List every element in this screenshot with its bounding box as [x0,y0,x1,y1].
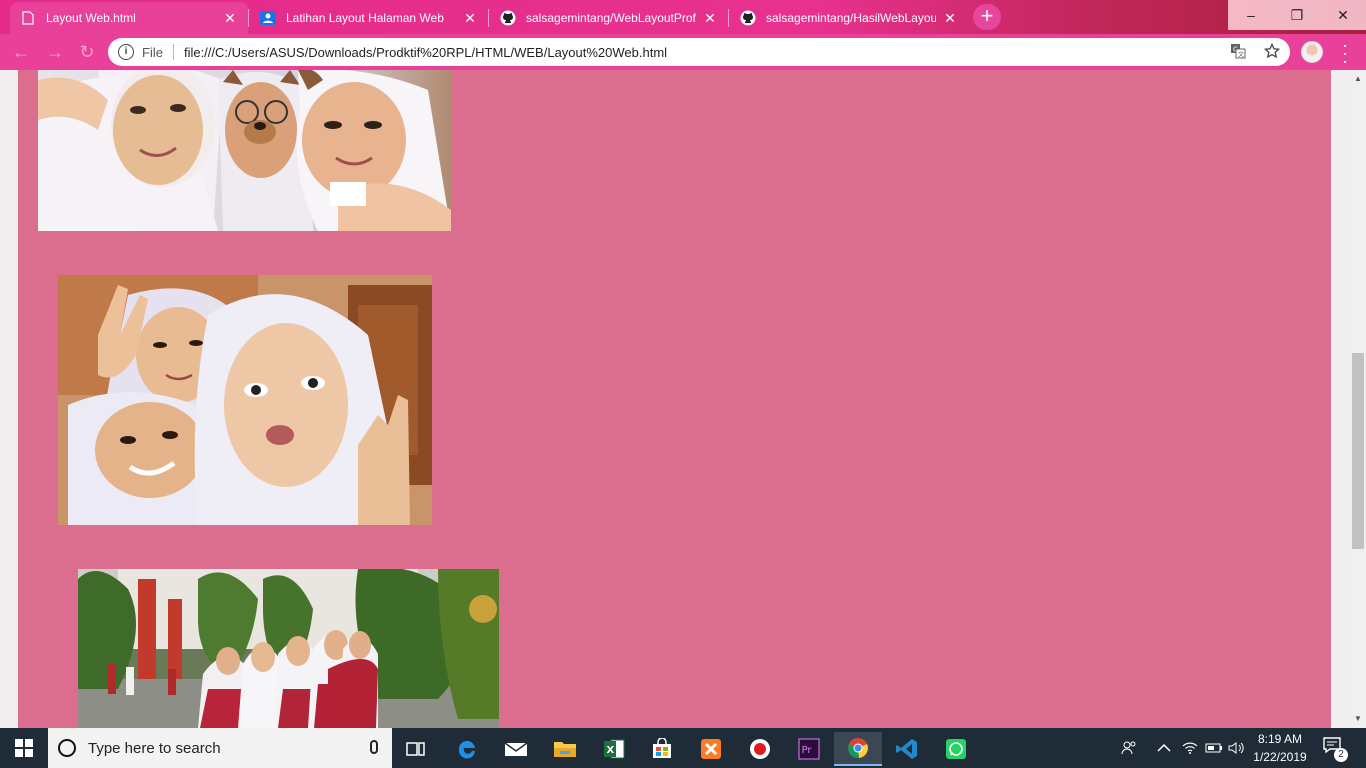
vscode-icon[interactable] [883,732,931,766]
microphone-icon[interactable] [370,740,378,754]
github-icon [500,10,516,26]
tab-title: salsagemintang/HasilWebLayout [766,11,936,25]
chrome-icon[interactable] [834,732,882,766]
github-icon [740,10,756,26]
tab-divider [728,9,729,27]
windows-logo-icon [15,739,33,757]
cortana-icon [58,739,76,757]
profile-avatar[interactable] [1301,41,1323,63]
svg-text:文: 文 [1238,51,1244,59]
svg-text:X: X [607,745,615,756]
search-placeholder: Type here to search [88,739,221,757]
scroll-up-icon[interactable]: ▲ [1350,72,1366,86]
bookmark-star-icon[interactable] [1263,42,1281,62]
info-icon[interactable]: i [118,44,134,60]
classroom-icon [260,10,276,26]
translate-icon[interactable]: G文 [1230,43,1246,62]
scheme-label: File [142,44,163,60]
taskbar-search-input[interactable]: Type here to search [48,728,392,768]
close-tab-icon[interactable]: ✕ [702,10,718,27]
photo-group-selfie-peace-sign [58,275,432,525]
tab-title: Latihan Layout Halaman Web [286,11,444,25]
forward-arrow-icon[interactable]: → [44,42,66,64]
premiere-icon[interactable]: Pr [785,732,833,766]
file-explorer-icon[interactable] [541,732,589,766]
tab-layout-web[interactable]: Layout Web.html ✕ [10,2,248,34]
xampp-icon[interactable] [687,732,735,766]
recorder-icon[interactable] [736,732,784,766]
clock-date: 1/22/2019 [1253,750,1307,764]
tab-divider [488,9,489,27]
tab-title: Layout Web.html [46,11,136,25]
reload-icon[interactable]: ↻ [76,42,98,64]
close-tab-icon[interactable]: ✕ [222,10,238,27]
task-view-icon[interactable] [392,732,440,766]
excel-icon[interactable]: X [590,732,638,766]
clock-time: 8:19 AM [1257,732,1303,746]
restore-button[interactable]: ❐ [1274,0,1320,30]
page-body [18,70,1331,728]
menu-icon[interactable]: · · · [1338,36,1352,70]
minimize-button[interactable]: – [1228,0,1274,30]
battery-icon[interactable] [1205,728,1223,768]
close-tab-icon[interactable]: ✕ [942,10,958,27]
notification-badge: 2 [1334,748,1348,762]
new-tab-button[interactable]: + [973,4,1001,30]
whatsapp-icon[interactable] [932,732,980,766]
tab-strip: Layout Web.html ✕ Latihan Layout Halaman… [0,0,1366,34]
photo-three-friends-selfie [38,70,451,231]
address-bar[interactable]: i File file:///C:/Users/ASUS/Downloads/P… [108,38,1290,66]
page-viewport [0,70,1350,728]
system-clock[interactable]: 8:19 AM 1/22/2019 [1248,730,1312,766]
windows-taskbar: Type here to search X Pr 8:19 AM 1/22/20… [0,728,1366,768]
svg-text:Pr: Pr [802,745,813,756]
tab-weblayoutprofil[interactable]: salsagemintang/WebLayoutProfi ✕ [490,2,728,34]
file-icon [20,10,36,26]
tab-title: salsagemintang/WebLayoutProfi [526,11,696,25]
tab-hasilweblayout[interactable]: salsagemintang/HasilWebLayout ✕ [730,2,968,34]
close-window-button[interactable]: ✕ [1320,0,1366,30]
people-icon[interactable] [1120,728,1138,768]
store-icon[interactable] [638,732,686,766]
tab-divider [248,9,249,27]
page-scrollbar[interactable]: ▲ ▼ [1350,70,1366,728]
scroll-down-icon[interactable]: ▼ [1350,712,1366,726]
scroll-thumb[interactable] [1352,353,1364,549]
mail-icon[interactable] [492,732,540,766]
chevron-up-icon[interactable] [1157,728,1171,768]
close-tab-icon[interactable]: ✕ [462,10,478,27]
start-button[interactable] [0,728,48,768]
url-text[interactable]: file:///C:/Users/ASUS/Downloads/Prodktif… [184,45,667,60]
tab-latihan-layout[interactable]: Latihan Layout Halaman Web ✕ [250,2,488,34]
action-center-icon[interactable]: 2 [1322,736,1348,762]
edge-icon[interactable] [443,732,491,766]
wifi-icon[interactable] [1182,728,1198,768]
back-arrow-icon[interactable]: ← [10,42,32,64]
photo-group-in-schoolyard [78,569,499,728]
volume-icon[interactable] [1228,728,1244,768]
divider [172,44,174,60]
